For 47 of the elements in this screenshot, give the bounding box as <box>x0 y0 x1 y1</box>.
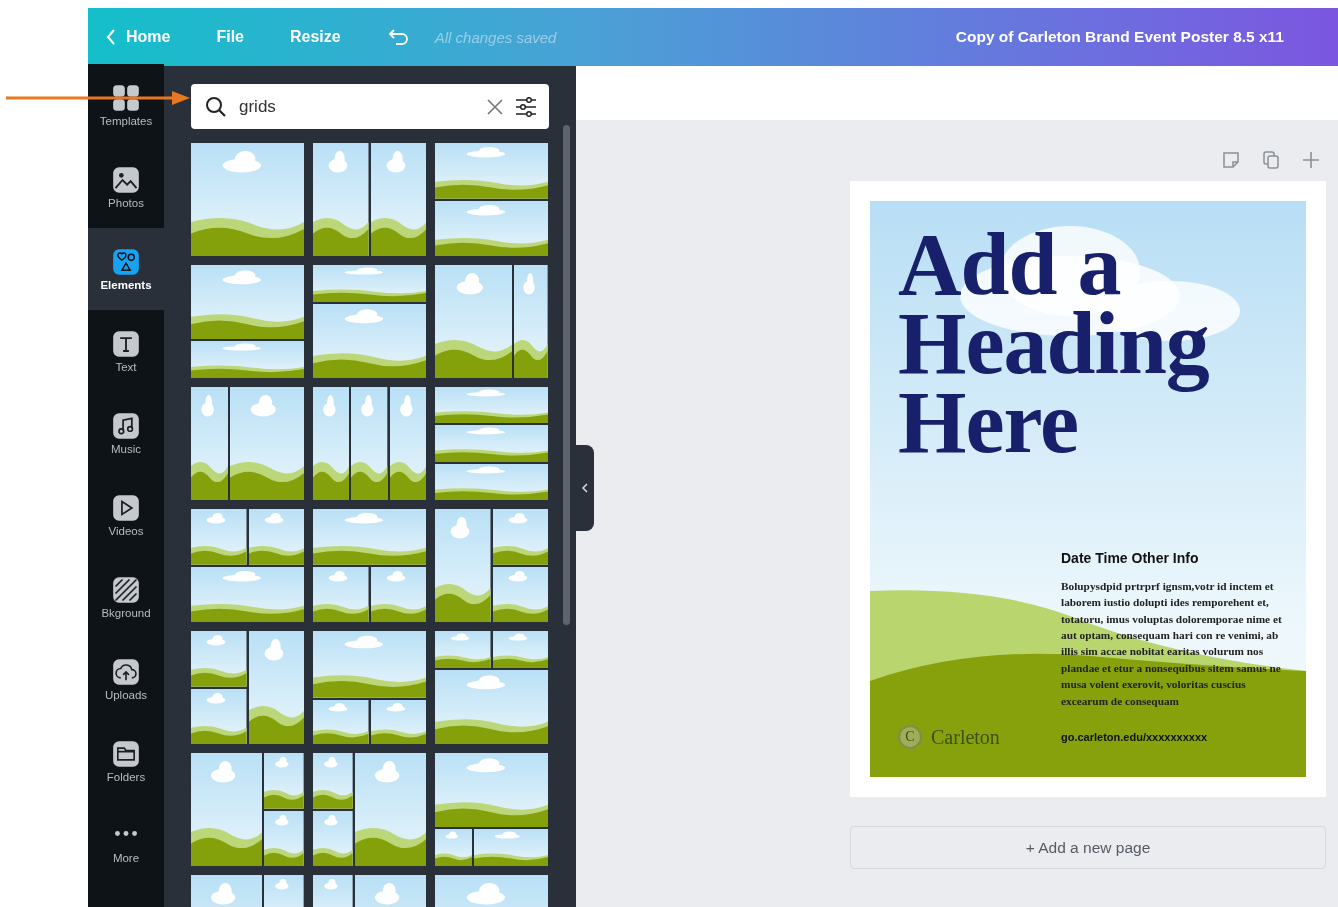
upload-icon <box>112 657 140 686</box>
text-icon <box>112 329 140 358</box>
search-icon <box>205 95 227 118</box>
templates-icon <box>112 83 140 112</box>
grid-layout-thumbnail[interactable] <box>313 143 426 256</box>
save-status: All changes saved <box>434 28 557 46</box>
filter-icon[interactable] <box>515 96 537 117</box>
videos-icon <box>112 493 140 522</box>
chevron-left-icon <box>106 29 116 45</box>
grid-layout-thumbnail[interactable] <box>191 265 304 378</box>
undo-icon[interactable] <box>386 27 411 47</box>
grid-layout-thumbnail[interactable] <box>191 509 304 622</box>
elements-icon <box>112 247 140 276</box>
background-icon <box>112 575 140 604</box>
sidebar-item[interactable]: Elements <box>88 228 164 310</box>
note-icon[interactable] <box>1221 150 1241 170</box>
grid-layout-thumbnail[interactable] <box>191 753 304 866</box>
clear-icon[interactable] <box>487 98 503 115</box>
copy-icon[interactable] <box>1261 150 1281 170</box>
url-text: go.carleton.edu/xxxxxxxxxx <box>1061 731 1208 743</box>
grid-layout-thumbnail[interactable] <box>191 387 304 500</box>
grid-layout-thumbnail[interactable] <box>435 387 548 500</box>
grid-layout-thumbnail[interactable] <box>191 631 304 744</box>
grid-layout-thumbnail[interactable] <box>313 387 426 500</box>
music-icon <box>112 411 140 440</box>
grid-layout-thumbnail[interactable] <box>313 509 426 622</box>
grid-layout-thumbnail[interactable] <box>313 753 426 866</box>
grid-layout-thumbnail[interactable] <box>435 265 548 378</box>
photos-icon <box>112 165 140 194</box>
search-bar[interactable]: grids <box>191 84 549 129</box>
grid-layout-thumbnail[interactable] <box>191 143 304 256</box>
chevron-left-icon <box>582 483 588 493</box>
grid-layout-thumbnail[interactable] <box>313 265 426 378</box>
collapse-panel-button[interactable] <box>576 445 594 531</box>
grid-layout-thumbnail[interactable] <box>435 143 548 256</box>
logo-text: Carleton <box>931 725 1000 749</box>
grid-layout-thumbnail[interactable] <box>313 631 426 744</box>
grid-layout-thumbnail[interactable] <box>435 753 548 866</box>
more-icon <box>115 830 137 836</box>
add-page-button[interactable]: + Add a new page <box>850 826 1326 869</box>
folder-icon <box>112 739 140 768</box>
scrollbar[interactable] <box>563 125 570 625</box>
info-title: Date Time Other Info <box>1061 549 1200 566</box>
poster-heading: Add a Heading Here <box>898 225 1210 462</box>
document-title[interactable]: Copy of Carleton Brand Event Poster 8.5 x11 <box>955 28 1284 46</box>
grid-layout-thumbnail[interactable] <box>435 631 548 744</box>
grid-layout-thumbnail[interactable] <box>435 509 548 622</box>
